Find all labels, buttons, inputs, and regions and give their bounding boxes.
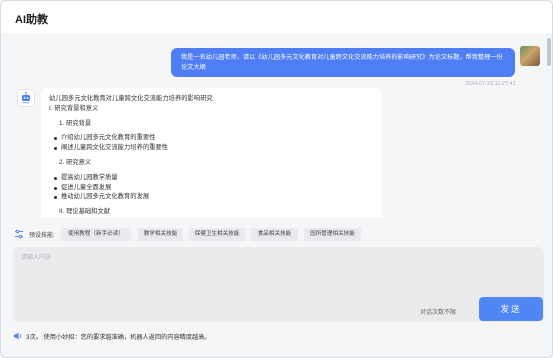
chip-management[interactable]: 园所管理相关技能: [304, 228, 361, 241]
outline-title: 幼儿园多元文化教育对儿童跨文化交流能力培养的影响研究: [49, 95, 213, 102]
chat-area[interactable]: 我是一名幼儿园老师，请以《幼儿园多元文化教育对儿童跨文化交流能力培养的影响研究》…: [1, 36, 552, 217]
send-button[interactable]: 发送: [479, 297, 543, 321]
outline-bullet: 提高幼儿园教学质量: [49, 173, 374, 183]
message-input[interactable]: [21, 252, 421, 272]
user-message: 我是一名幼儿园老师，请以《幼儿园多元文化教育对儿童跨文化交流能力培养的影响研究》…: [171, 48, 515, 77]
outline-section: I. 研究背景和意义: [49, 104, 99, 112]
outline-bullet: 推动幼儿园多元文化教育的发展: [49, 192, 374, 202]
chip-food[interactable]: 食品相关技能: [251, 228, 298, 241]
chip-tutorial[interactable]: 使用教程（新手必读）: [61, 228, 131, 241]
speaker-icon: [14, 332, 22, 340]
message-input-box: 对话次数不限 发送: [13, 247, 544, 322]
user-avatar: [520, 46, 540, 66]
robot-icon: [17, 89, 35, 107]
outline-bullet: 阐述儿童跨文化交流能力培养的重要性: [49, 143, 374, 153]
outline-section: II. 理论基础和文献: [59, 208, 111, 216]
page-title: AI助教: [15, 14, 48, 26]
sliders-icon: [15, 229, 23, 239]
chip-health[interactable]: 保健卫生相关技能: [189, 228, 245, 241]
message-timestamp: 2024-07-23 11:27:41: [465, 81, 516, 87]
bot-message: 幼儿园多元文化教育对儿童跨文化交流能力培养的影响研究 I. 研究背景和意义 1.…: [41, 88, 382, 217]
preset-label: 预设技能:: [29, 233, 55, 239]
outline-subsection: 2. 研究意义: [59, 158, 92, 166]
footer-tip: 3次。 使用小妙招：您的要求越准确，机器人返回的内容精度越高。: [26, 334, 211, 341]
chat-window: AI助教 我是一名幼儿园老师，请以《幼儿园多元文化教育对儿童跨文化交流能力培养的…: [0, 0, 553, 358]
outline-bullet: 介绍幼儿园多元文化教育的重要性: [49, 133, 374, 143]
scroll-thumb[interactable]: [547, 38, 551, 66]
chip-teaching[interactable]: 教学相关技能: [138, 228, 183, 241]
preset-skills: 预设技能: 使用教程（新手必读） 教学相关技能 保健卫生相关技能 食品相关技能 …: [1, 225, 552, 243]
outline-subsection: 1. 研究背景: [59, 119, 92, 127]
outline-bullet: 促进儿童全面发展: [49, 183, 374, 193]
header: AI助教: [1, 1, 552, 35]
usage-hint: 对话次数不限: [420, 310, 457, 316]
chat-scrollbar[interactable]: [546, 36, 551, 217]
